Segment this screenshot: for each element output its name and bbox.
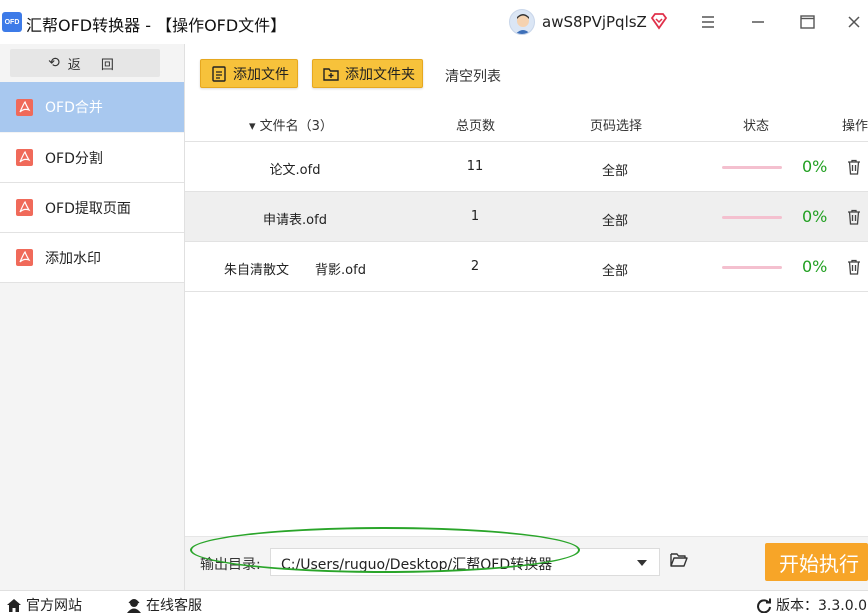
header-filename[interactable]: ▾ 文件名（3） bbox=[249, 115, 333, 134]
header-status: 状态 bbox=[743, 119, 770, 134]
back-button[interactable]: ⟲ 返 回 bbox=[10, 49, 160, 77]
sidebar-item-ofd-split[interactable]: OFD分割 bbox=[0, 133, 184, 183]
delete-icon[interactable] bbox=[847, 159, 861, 175]
online-support-label: 在线客服 bbox=[146, 598, 202, 614]
window-title: 汇帮OFD转换器 - 【操作OFD文件】 bbox=[26, 16, 287, 35]
start-button[interactable]: 开始执行 bbox=[765, 543, 868, 581]
sidebar-item-watermark[interactable]: 添加水印 bbox=[0, 233, 184, 283]
page-range-select[interactable]: 全部 bbox=[585, 160, 645, 179]
table-header: ▾ 文件名（3） 总页数 页码选择 状态 操作 bbox=[185, 102, 868, 142]
status-bar: 官方网站 在线客服 版本：3.3.0.0 bbox=[0, 590, 868, 616]
open-folder-icon[interactable] bbox=[670, 552, 688, 568]
pdf-icon bbox=[16, 149, 33, 166]
add-file-icon bbox=[212, 65, 226, 82]
delete-icon[interactable] bbox=[847, 209, 861, 225]
table-row[interactable]: 申请表.ofd 1 全部 0% bbox=[185, 192, 868, 242]
file-name: 朱自清散文 背影.ofd bbox=[224, 263, 366, 278]
page-count: 2 bbox=[470, 259, 480, 274]
refresh-icon bbox=[757, 598, 771, 613]
output-dir-label: 输出目录: bbox=[200, 557, 261, 573]
menu-icon[interactable] bbox=[696, 10, 720, 34]
progress-bar bbox=[722, 216, 782, 219]
header-action: 操作 bbox=[842, 119, 868, 134]
pdf-icon bbox=[16, 98, 33, 116]
progress-percent: 0% bbox=[802, 257, 828, 276]
output-bar: 输出目录: C:/Users/ruguo/Desktop/汇帮OFD转换器 开始… bbox=[185, 536, 868, 590]
maximize-icon[interactable] bbox=[795, 10, 819, 34]
progress-bar bbox=[722, 166, 782, 169]
progress-percent: 0% bbox=[802, 157, 828, 176]
sidebar-item-label: OFD分割 bbox=[45, 150, 103, 167]
username[interactable]: awS8PVjPqlsZ bbox=[542, 13, 647, 31]
progress-bar bbox=[722, 266, 782, 269]
clear-list-button[interactable]: 清空列表 bbox=[445, 66, 501, 86]
sidebar: ⟲ 返 回 OFD合并 OFD分割 OFD提取页面 添加水印 bbox=[0, 44, 185, 590]
title-bar: OFD 汇帮OFD转换器 - 【操作OFD文件】 awS8PVjPqlsZ bbox=[0, 0, 868, 44]
page-count: 11 bbox=[466, 159, 484, 174]
app-logo-icon: OFD bbox=[2, 12, 22, 32]
sidebar-item-label: OFD提取页面 bbox=[45, 200, 131, 217]
toolbar: 添加文件 添加文件夹 清空列表 bbox=[185, 44, 868, 102]
pdf-icon bbox=[16, 249, 33, 266]
output-dir-value: C:/Users/ruguo/Desktop/汇帮OFD转换器 bbox=[281, 557, 553, 573]
back-arrow-icon: ⟲ bbox=[48, 55, 60, 71]
file-name: 论文.ofd bbox=[269, 163, 321, 178]
sidebar-item-ofd-merge[interactable]: OFD合并 bbox=[0, 82, 184, 132]
vip-diamond-icon[interactable] bbox=[650, 12, 668, 30]
back-label: 返 回 bbox=[67, 57, 122, 73]
official-website-link[interactable]: 官方网站 bbox=[6, 595, 82, 615]
page-count: 1 bbox=[470, 209, 480, 224]
header-range: 页码选择 bbox=[590, 119, 643, 134]
progress-percent: 0% bbox=[802, 207, 828, 226]
table-row[interactable]: 论文.ofd 11 全部 0% bbox=[185, 142, 868, 192]
file-table: ▾ 文件名（3） 总页数 页码选择 状态 操作 论文.ofd 11 全部 0% … bbox=[185, 102, 868, 292]
home-icon bbox=[7, 598, 21, 612]
add-folder-label: 添加文件夹 bbox=[345, 66, 415, 83]
sidebar-item-ofd-extract[interactable]: OFD提取页面 bbox=[0, 183, 184, 233]
chevron-down-icon bbox=[637, 560, 647, 566]
pdf-icon bbox=[16, 199, 33, 216]
add-file-label: 添加文件 bbox=[233, 66, 289, 83]
support-icon bbox=[127, 598, 141, 613]
page-range-select[interactable]: 全部 bbox=[585, 260, 645, 279]
add-folder-button[interactable]: 添加文件夹 bbox=[312, 59, 423, 88]
online-support-link[interactable]: 在线客服 bbox=[126, 595, 202, 615]
user-avatar[interactable] bbox=[509, 9, 535, 35]
delete-icon[interactable] bbox=[847, 259, 861, 275]
close-icon[interactable] bbox=[842, 10, 866, 34]
sidebar-item-label: 添加水印 bbox=[45, 250, 101, 267]
table-row[interactable]: 朱自清散文 背影.ofd 2 全部 0% bbox=[185, 242, 868, 292]
add-file-button[interactable]: 添加文件 bbox=[200, 59, 298, 88]
version-label: 版本：3.3.0.0 bbox=[776, 598, 867, 614]
sidebar-item-label: OFD合并 bbox=[45, 100, 103, 116]
output-dir-select[interactable]: C:/Users/ruguo/Desktop/汇帮OFD转换器 bbox=[270, 548, 660, 576]
official-website-label: 官方网站 bbox=[26, 598, 82, 614]
minimize-icon[interactable] bbox=[746, 10, 770, 34]
add-folder-icon bbox=[323, 67, 339, 81]
header-pages: 总页数 bbox=[456, 119, 496, 134]
version-info[interactable]: 版本：3.3.0.0 bbox=[756, 595, 867, 615]
page-range-select[interactable]: 全部 bbox=[585, 210, 645, 229]
file-name: 申请表.ofd bbox=[263, 213, 327, 228]
